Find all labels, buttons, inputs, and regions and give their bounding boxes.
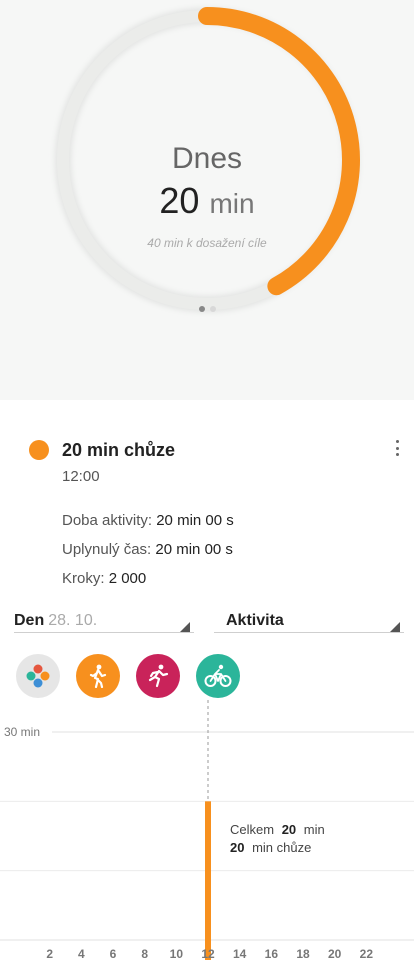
activity-duration-value: 20 min 00 s <box>156 512 234 529</box>
activity-chart: 30 min 2 4 6 8 10 12 14 16 18 20 22 Celkem 20 min … <box>0 700 414 960</box>
chart-x-tick-22: 22 <box>360 947 374 960</box>
chart-tooltip-total-prefix: Celkem <box>230 822 274 837</box>
ring-value-number: 20 <box>159 180 200 221</box>
type-dropdown-label: Aktivita <box>226 612 284 629</box>
period-dropdown-underline <box>14 632 194 633</box>
running-icon[interactable] <box>136 654 180 698</box>
activity-elapsed-label: Uplynulý čas: <box>62 541 152 558</box>
chart-bar-12[interactable] <box>205 801 211 960</box>
chart-tooltip-total: Celkem 20 min <box>230 822 325 837</box>
activity-steps-value: 2 000 <box>108 570 147 586</box>
chart-x-tick-20: 20 <box>328 947 342 960</box>
type-dropdown-underline <box>214 632 404 633</box>
chart-tooltip-activity-text: min chůze <box>252 840 311 855</box>
chart-tooltip-total-value: 20 <box>282 822 296 837</box>
activity-time: 12:00 <box>62 468 100 485</box>
all-activities-icon[interactable] <box>16 654 60 698</box>
daily-summary-panel[interactable]: Dnes 20 min 40 min k dosažení cíle <box>0 0 414 400</box>
ring-total-value: 20 min <box>0 180 414 222</box>
activity-duration-label: Doba aktivity: <box>62 512 153 529</box>
activity-elapsed: Uplynulý čas: 20 min 00 s <box>62 541 233 558</box>
chart-x-tick-14: 14 <box>233 947 247 960</box>
activity-steps-label: Kroky: <box>62 570 105 586</box>
chart-x-tick-2: 2 <box>46 947 53 960</box>
activity-elapsed-value: 20 min 00 s <box>155 541 233 558</box>
period-dropdown-arrow-icon[interactable] <box>180 622 190 632</box>
page-dot-2[interactable] <box>209 306 216 312</box>
page-dot-1[interactable] <box>198 306 205 312</box>
activity-color-dot <box>29 440 49 460</box>
chart-tooltip-activity: 20 min chůze <box>230 840 311 855</box>
chart-x-tick-10: 10 <box>170 947 184 960</box>
ring-period-label: Dnes <box>171 142 243 175</box>
page-indicator[interactable] <box>0 306 414 312</box>
ring-value-unit: min <box>209 188 255 219</box>
activity-details-card <box>0 400 414 586</box>
chart-tooltip-activity-value: 20 <box>230 840 244 855</box>
chart-x-tick-16: 16 <box>265 947 279 960</box>
chart-tooltip: Celkem 20 min 20 min chůze <box>230 822 325 855</box>
activity-title: 20 min chůze <box>62 440 176 460</box>
chart-x-tick-12: 12 <box>201 947 215 960</box>
ring-goal-text: 40 min k dosažení cíle <box>147 236 267 250</box>
chart-y-max-label: 30 min <box>4 725 40 739</box>
chart-x-tick-4: 4 <box>78 947 85 960</box>
chart-x-tick-18: 18 <box>296 947 310 960</box>
period-dropdown-label: Den <box>14 612 45 629</box>
more-options-icon[interactable] <box>392 436 402 460</box>
chart-x-tick-6: 6 <box>110 947 117 960</box>
cycling-icon[interactable] <box>196 654 240 698</box>
type-dropdown-arrow-icon[interactable] <box>390 622 400 632</box>
chart-tooltip-total-unit: min <box>304 822 325 837</box>
activity-duration: Doba aktivity: 20 min 00 s <box>62 512 234 529</box>
chart-x-tick-8: 8 <box>141 947 148 960</box>
walking-icon[interactable] <box>76 654 120 698</box>
activity-steps: Kroky: 2 000 <box>62 570 146 586</box>
period-dropdown-date: 28. 10. <box>48 612 98 629</box>
